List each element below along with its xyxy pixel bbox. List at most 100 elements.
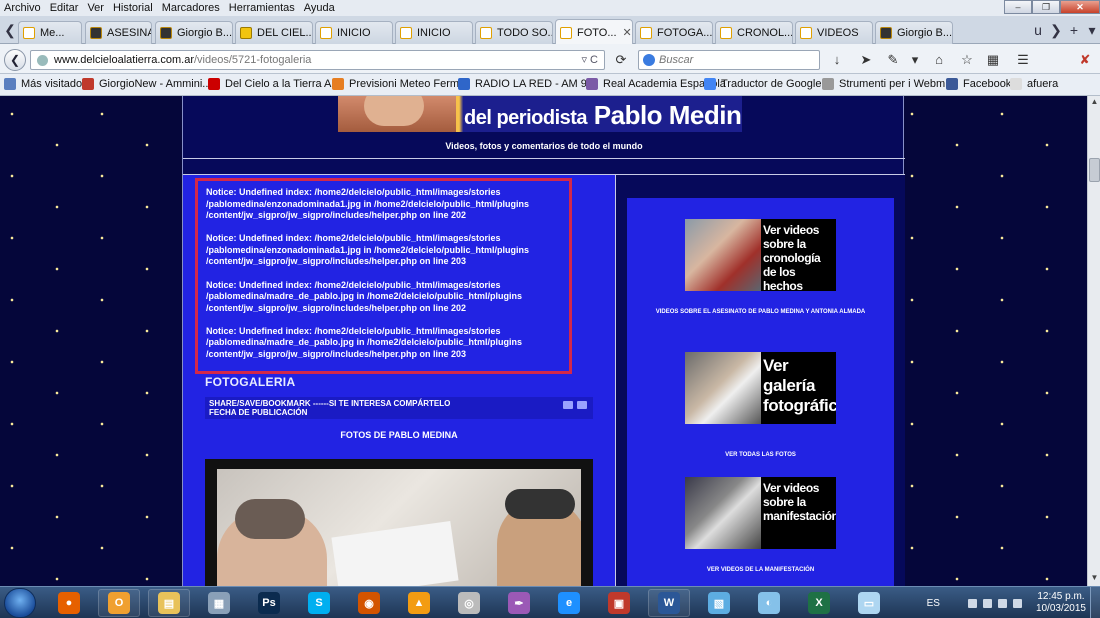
- bookmark-item[interactable]: RADIO LA RED - AM 9...: [458, 78, 596, 90]
- excel-icon[interactable]: X: [798, 589, 840, 617]
- menu-item[interactable]: Ayuda: [304, 2, 335, 14]
- language-indicator[interactable]: ES: [927, 598, 940, 609]
- vlc-icon[interactable]: ▲: [398, 589, 440, 617]
- promo-banner[interactable]: Ver galería fotográfica: [685, 352, 836, 424]
- sync-icon[interactable]: ⟳: [612, 51, 630, 69]
- network-icon[interactable]: [982, 598, 992, 608]
- promo-caption[interactable]: VIDEOS SOBRE EL ASESINATO DE PABLO MEDIN…: [627, 309, 894, 316]
- bookmark-item[interactable]: Strumenti per i Webm...: [822, 78, 954, 90]
- menu-icon[interactable]: ☰: [1014, 51, 1032, 69]
- photoshop-icon[interactable]: Ps: [248, 589, 290, 617]
- calculator-icon[interactable]: ▦: [198, 589, 240, 617]
- tab[interactable]: FOTOGA...: [635, 21, 713, 44]
- bookmark-item[interactable]: Facebook: [946, 78, 1011, 90]
- tab[interactable]: CRONOL...: [715, 21, 793, 44]
- tab-label: ASESINA...: [107, 27, 151, 39]
- skype-icon[interactable]: S: [298, 589, 340, 617]
- pen-tool-icon[interactable]: ✒: [498, 589, 540, 617]
- volume-icon[interactable]: [1012, 598, 1022, 608]
- tab-list-icon[interactable]: ▾: [1084, 21, 1100, 39]
- restore-button[interactable]: ❐: [1032, 0, 1060, 14]
- bookmark-item[interactable]: afuera: [1010, 78, 1058, 90]
- bookmark-item[interactable]: Traductor de Google: [704, 78, 821, 90]
- bookmark-item[interactable]: Previsioni Meteo Ferm...: [332, 78, 468, 90]
- tab[interactable]: INICIO: [315, 21, 393, 44]
- share-bar[interactable]: SHARE/SAVE/BOOKMARK ------SI TE INTERESA…: [205, 397, 593, 419]
- minimize-button[interactable]: –: [1004, 0, 1032, 14]
- clock[interactable]: 12:45 p.m. 10/03/2015: [1036, 591, 1086, 615]
- download-icon[interactable]: ↓: [828, 51, 846, 69]
- reload-icon[interactable]: ▿ C: [581, 53, 598, 66]
- tab-scroll-right-icon[interactable]: ❯: [1048, 21, 1064, 39]
- paint-icon[interactable]: ◐: [748, 589, 790, 617]
- promo-caption[interactable]: VER VIDEOS DE LA MANIFESTACIÓN: [627, 567, 894, 574]
- banner-photo: [338, 96, 456, 132]
- menu-item[interactable]: Ver: [87, 2, 104, 14]
- email-icon[interactable]: [577, 401, 587, 409]
- gallery-photo[interactable]: [205, 459, 593, 586]
- picture-viewer-icon[interactable]: ▧: [698, 589, 740, 617]
- close-button[interactable]: ✕: [1060, 0, 1100, 14]
- tab[interactable]: FOTO... ✕: [555, 19, 633, 45]
- tray-arrow-icon[interactable]: [967, 598, 977, 608]
- explorer-folder-icon[interactable]: ▤: [148, 589, 190, 617]
- home-icon[interactable]: ⌂: [930, 51, 948, 69]
- scroll-thumb[interactable]: [1089, 158, 1100, 182]
- notes-icon[interactable]: ▭: [848, 589, 890, 617]
- bookmark-item[interactable]: GiorgioNew - Ammini...: [82, 78, 211, 90]
- bookmark-star-icon[interactable]: ☆: [958, 51, 976, 69]
- favicon-icon: [90, 27, 102, 39]
- burner-icon[interactable]: ◉: [348, 589, 390, 617]
- promo-banner[interactable]: Ver videos sobre la cronología de los he…: [685, 219, 836, 291]
- start-button[interactable]: [4, 588, 36, 618]
- share-text[interactable]: SHARE/SAVE/BOOKMARK ------SI TE INTERESA…: [209, 399, 589, 408]
- addon-icon[interactable]: ✎: [884, 51, 902, 69]
- extension-icon[interactable]: ✘: [1076, 51, 1094, 69]
- promo-caption[interactable]: VER TODAS LAS FOTOS: [627, 452, 894, 459]
- tab[interactable]: VIDEOS: [795, 21, 873, 44]
- back-button[interactable]: ❮: [4, 49, 26, 71]
- menu-item[interactable]: Historial: [113, 2, 153, 14]
- scroll-up-icon[interactable]: ▲: [1089, 97, 1100, 109]
- show-desktop-button[interactable]: [1090, 587, 1100, 618]
- menu-item[interactable]: Herramientas: [229, 2, 295, 14]
- webcam-icon[interactable]: ◎: [448, 589, 490, 617]
- tab[interactable]: ASESINA...: [85, 21, 152, 44]
- search-engine-icon[interactable]: [643, 54, 655, 66]
- internet-explorer-icon[interactable]: e: [548, 589, 590, 617]
- dropdown-icon[interactable]: ▾: [906, 51, 924, 69]
- promo-banner[interactable]: Ver videos sobre la manifestación: [685, 477, 836, 549]
- tab-extra[interactable]: u: [1030, 21, 1046, 39]
- search-input[interactable]: [659, 54, 799, 66]
- send-icon[interactable]: ➤: [857, 51, 875, 69]
- outlook-icon[interactable]: O: [98, 589, 140, 617]
- tab[interactable]: Giorgio B...: [155, 21, 233, 44]
- new-tab-button[interactable]: +: [1066, 21, 1082, 39]
- firefox-icon[interactable]: ●: [48, 589, 90, 617]
- site-banner[interactable]: del periodista Pablo Medina: [338, 96, 742, 132]
- address-bar[interactable]: www.delcieloalatierra.com.ar/videos/5721…: [30, 50, 605, 70]
- menu-item[interactable]: Archivo: [4, 2, 41, 14]
- tab[interactable]: INICIO: [395, 21, 473, 44]
- vertical-scrollbar[interactable]: ▲ ▼: [1087, 96, 1100, 586]
- tab-scroll-left-icon[interactable]: ❮: [2, 21, 18, 39]
- tab-close-icon[interactable]: ✕: [623, 26, 632, 39]
- site-container: del periodista Pablo Medina Videos, foto…: [182, 96, 905, 586]
- app-glyph: Ps: [258, 592, 280, 614]
- tab[interactable]: TODO SO...: [475, 21, 553, 44]
- scroll-down-icon[interactable]: ▼: [1089, 573, 1100, 585]
- tab[interactable]: Me...: [18, 21, 82, 44]
- winrar-icon[interactable]: ▣: [598, 589, 640, 617]
- search-bar[interactable]: [638, 50, 820, 70]
- print-icon[interactable]: [563, 401, 573, 409]
- word-icon[interactable]: W: [648, 589, 690, 617]
- menu-item[interactable]: Editar: [50, 2, 79, 14]
- bookmark-item[interactable]: Más visitados: [4, 78, 88, 90]
- battery-icon[interactable]: [997, 598, 1007, 608]
- tab[interactable]: DEL CIEL...: [235, 21, 313, 44]
- bookmarks-list-icon[interactable]: ▦: [984, 51, 1002, 69]
- photo[interactable]: [217, 469, 581, 586]
- tab[interactable]: Giorgio B...: [875, 21, 953, 44]
- menu-item[interactable]: Marcadores: [162, 2, 220, 14]
- bookmark-item[interactable]: Del Cielo a la Tierra Ar...: [208, 78, 344, 90]
